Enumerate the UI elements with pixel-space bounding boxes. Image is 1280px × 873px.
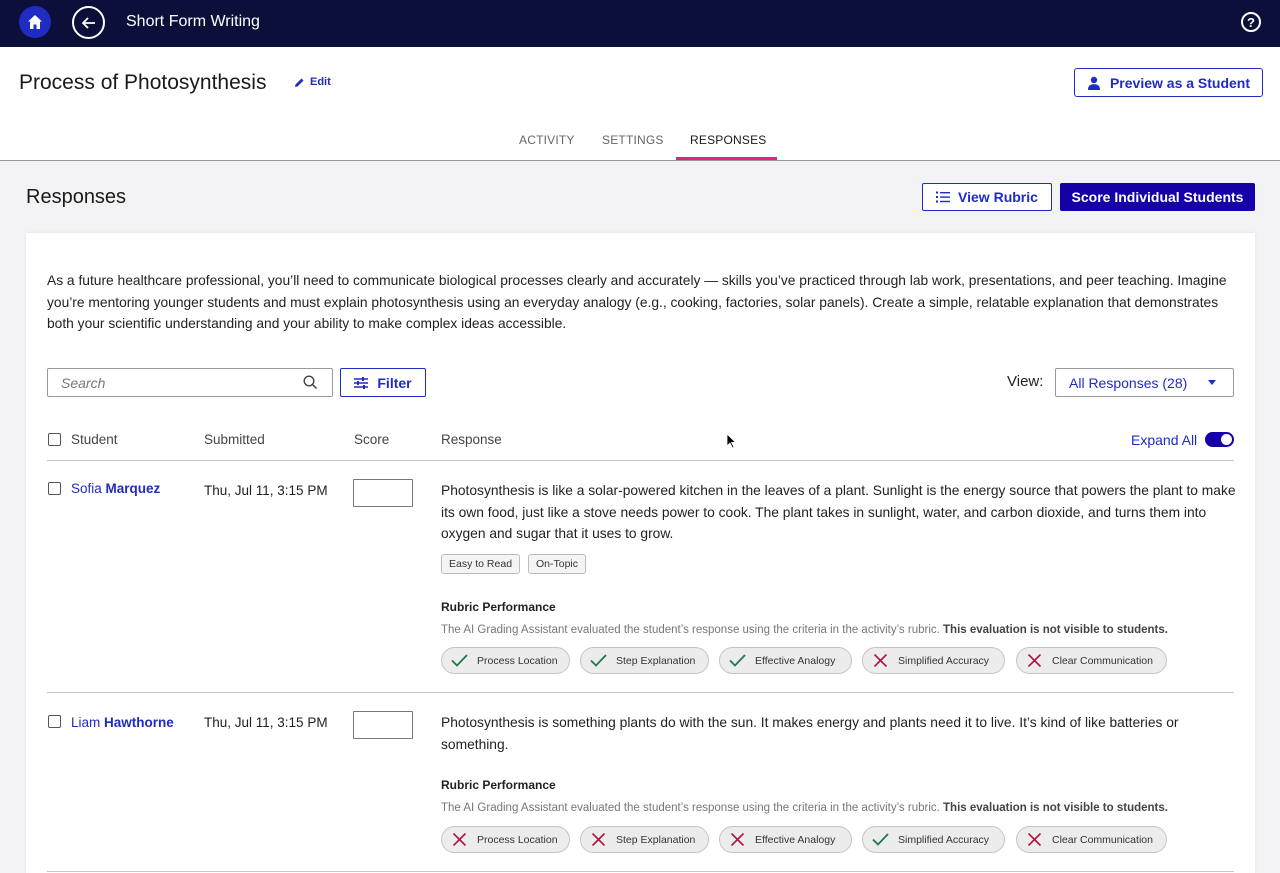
x-icon xyxy=(591,833,606,846)
response-text: Photosynthesis is something plants do wi… xyxy=(441,715,1179,752)
header-divider xyxy=(47,460,1234,461)
criterion-label: Effective Analogy xyxy=(755,654,836,667)
check-icon xyxy=(872,833,889,846)
tab-responses[interactable]: RESPONSES xyxy=(690,133,767,147)
criterion-pill: Effective Analogy xyxy=(719,826,852,853)
criterion-label: Step Explanation xyxy=(616,654,696,667)
x-icon xyxy=(873,654,888,667)
criterion-pill: Clear Communication xyxy=(1016,826,1167,853)
activity-prompt: As a future healthcare professional, you… xyxy=(47,273,1227,331)
criterion-pill: Simplified Accuracy xyxy=(862,647,1005,674)
response-text: Photosynthesis is like a solar-powered k… xyxy=(441,483,1236,541)
x-icon xyxy=(1027,833,1042,846)
edit-label: Edit xyxy=(310,76,331,88)
criterion-label: Simplified Accuracy xyxy=(898,654,990,667)
list-icon xyxy=(936,191,951,203)
arrow-left-icon xyxy=(81,16,95,29)
tab-settings[interactable]: SETTINGS xyxy=(602,133,664,147)
preview-as-student-button[interactable]: Preview as a Student xyxy=(1074,68,1263,97)
criterion-label: Simplified Accuracy xyxy=(898,833,990,846)
student-first-name: Liam xyxy=(71,715,101,730)
student-name-link[interactable]: Liam Hawthorne xyxy=(71,715,174,730)
column-score: Score xyxy=(354,432,390,447)
score-input[interactable] xyxy=(353,711,413,739)
toggle-knob xyxy=(1221,434,1232,445)
check-icon xyxy=(451,654,468,667)
expand-all-label: Expand All xyxy=(1131,432,1198,448)
criterion-label: Step Explanation xyxy=(616,833,696,846)
criterion-pill: Step Explanation xyxy=(580,647,709,674)
expand-all-toggle[interactable] xyxy=(1205,432,1234,447)
search-icon[interactable] xyxy=(303,375,318,390)
student-name-link[interactable]: Sofia Marquez xyxy=(71,481,160,496)
view-dropdown[interactable]: All Responses (28) xyxy=(1055,368,1234,397)
pencil-icon xyxy=(295,78,304,87)
filter-button[interactable]: Filter xyxy=(340,368,426,397)
view-label: View: xyxy=(1007,373,1044,390)
check-icon xyxy=(729,654,746,667)
sliders-icon xyxy=(354,376,369,389)
rubric-performance-title: Rubric Performance xyxy=(441,778,556,792)
score-input[interactable] xyxy=(353,479,413,507)
row-checkbox[interactable] xyxy=(48,715,61,728)
student-first-name: Sofia xyxy=(71,481,102,496)
home-icon xyxy=(28,15,42,29)
response-tag: On-Topic xyxy=(528,554,587,574)
active-tab-indicator xyxy=(676,157,777,160)
help-icon[interactable]: ? xyxy=(1241,12,1261,32)
view-rubric-label: View Rubric xyxy=(958,189,1038,205)
criterion-label: Effective Analogy xyxy=(755,833,836,846)
criterion-pill: Effective Analogy xyxy=(719,647,852,674)
x-icon xyxy=(1027,654,1042,667)
search-box xyxy=(47,368,333,397)
criterion-pill: Process Location xyxy=(441,647,570,674)
column-student: Student xyxy=(71,432,118,447)
person-icon xyxy=(1087,76,1100,90)
caret-down-icon xyxy=(1208,380,1216,385)
responses-title: Responses xyxy=(26,186,127,208)
row-divider xyxy=(47,871,1234,872)
criterion-pill: Process Location xyxy=(441,826,570,853)
select-all-checkbox[interactable] xyxy=(48,433,61,446)
student-last-name: Hawthorne xyxy=(104,715,174,730)
page-title: Process of Photosynthesis xyxy=(19,71,267,94)
criterion-pill: Step Explanation xyxy=(580,826,709,853)
criterion-label: Clear Communication xyxy=(1052,654,1153,667)
column-submitted: Submitted xyxy=(204,432,265,447)
criterion-label: Process Location xyxy=(477,654,558,667)
view-rubric-button[interactable]: View Rubric xyxy=(922,183,1052,211)
responses-card: As a future healthcare professional, you… xyxy=(26,233,1255,873)
preview-label: Preview as a Student xyxy=(1109,74,1251,91)
x-icon xyxy=(452,833,467,846)
edit-button[interactable]: Edit xyxy=(294,76,331,88)
rubric-performance-description: The AI Grading Assistant evaluated the s… xyxy=(441,624,1168,636)
x-icon xyxy=(730,833,745,846)
mouse-cursor-icon xyxy=(726,433,736,449)
back-button[interactable] xyxy=(72,6,105,39)
filter-label: Filter xyxy=(377,374,412,391)
column-response: Response xyxy=(441,432,502,447)
tab-bar: ACTIVITY SETTINGS RESPONSES xyxy=(0,131,1280,161)
page-header: Process of Photosynthesis Edit Preview a… xyxy=(0,47,1280,161)
app-title: Short Form Writing xyxy=(126,13,260,30)
criterion-pill: Clear Communication xyxy=(1016,647,1167,674)
row-checkbox[interactable] xyxy=(48,482,61,495)
row-divider xyxy=(47,692,1234,693)
criterion-pill: Simplified Accuracy xyxy=(862,826,1005,853)
criterion-label: Process Location xyxy=(477,833,558,846)
response-tag: Easy to Read xyxy=(441,554,521,574)
check-icon xyxy=(590,654,607,667)
tab-activity[interactable]: ACTIVITY xyxy=(519,133,575,147)
submitted-date: Thu, Jul 11, 3:15 PM xyxy=(204,715,328,730)
rubric-performance-title: Rubric Performance xyxy=(441,600,556,614)
home-button[interactable] xyxy=(19,6,51,38)
score-individual-students-button[interactable]: Score Individual Students xyxy=(1060,183,1255,211)
search-input[interactable] xyxy=(61,369,301,396)
rubric-performance-description: The AI Grading Assistant evaluated the s… xyxy=(441,802,1168,814)
student-last-name: Marquez xyxy=(105,481,161,496)
top-bar: Short Form Writing ? xyxy=(0,0,1280,47)
criterion-label: Clear Communication xyxy=(1052,833,1153,846)
view-dropdown-value: All Responses (28) xyxy=(1069,374,1188,391)
submitted-date: Thu, Jul 11, 3:15 PM xyxy=(204,483,328,498)
